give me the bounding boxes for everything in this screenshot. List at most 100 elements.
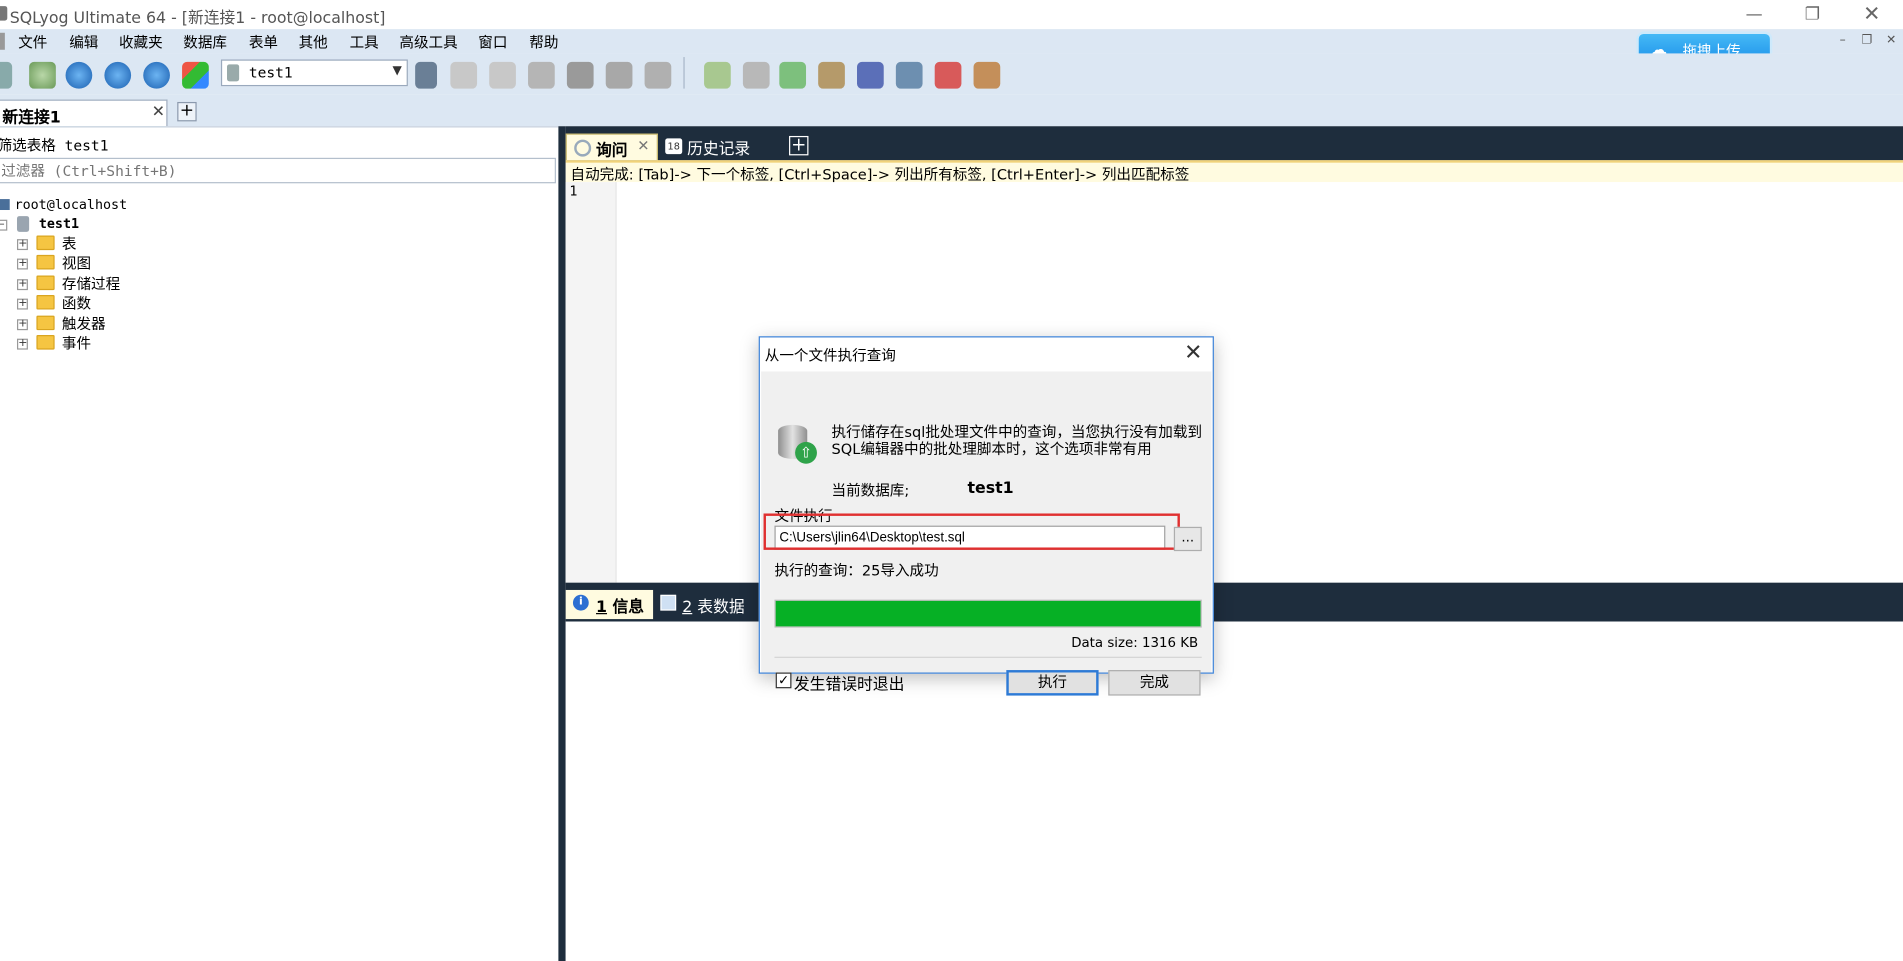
filter-input-wrap bbox=[0, 157, 556, 184]
expand-icon[interactable]: + bbox=[16, 319, 28, 331]
app-icon bbox=[0, 6, 8, 21]
exit-on-error-checkbox[interactable]: ✓ bbox=[775, 672, 792, 689]
table-structure-icon[interactable] bbox=[644, 61, 672, 89]
tab-table-data-label: 2 表数据 bbox=[682, 594, 745, 617]
dialog-close-icon[interactable]: ✕ bbox=[1180, 340, 1207, 365]
menu-table[interactable]: 表单 bbox=[249, 32, 278, 53]
connection-tab[interactable]: 新连接1 ✕ bbox=[0, 99, 168, 128]
user-manager-icon[interactable] bbox=[415, 61, 438, 89]
folder-icon bbox=[36, 335, 55, 350]
table-icon bbox=[660, 594, 677, 611]
menu-advanced-tools[interactable]: 高级工具 bbox=[399, 32, 457, 53]
expand-icon[interactable]: + bbox=[16, 298, 28, 310]
sync-icon[interactable] bbox=[704, 61, 731, 89]
backup-db-icon[interactable] bbox=[450, 61, 478, 89]
window-title: SQLyog Ultimate 64 - [新连接1 - root@localh… bbox=[9, 9, 386, 28]
menu-window[interactable]: 窗口 bbox=[478, 32, 507, 53]
expand-icon[interactable]: + bbox=[16, 279, 28, 291]
folder-icon bbox=[36, 254, 55, 270]
tree-folder-views[interactable]: 视图 bbox=[62, 254, 91, 273]
execute-button[interactable]: 执行 bbox=[1006, 670, 1099, 696]
pane-splitter[interactable] bbox=[558, 126, 566, 961]
progress-bar bbox=[774, 599, 1202, 628]
dialog-divider bbox=[774, 656, 1202, 658]
report-icon[interactable] bbox=[934, 61, 962, 89]
schema-sync-icon[interactable] bbox=[742, 61, 770, 89]
table-grid-icon[interactable] bbox=[605, 61, 633, 89]
folder-icon bbox=[36, 275, 55, 291]
progress-fill bbox=[775, 600, 1201, 627]
filter-input[interactable] bbox=[0, 159, 555, 183]
tree-folder-functions[interactable]: 函数 bbox=[62, 294, 91, 313]
data-size: Data size: 1316 KB bbox=[1071, 634, 1199, 651]
menu-database[interactable]: 数据库 bbox=[183, 32, 227, 53]
tab-table-data-text: 表数据 bbox=[697, 598, 745, 617]
dialog-body: ⇧ 执行储存在sql批处理文件中的查询，当您执行没有加载到SQL编辑器中的批处理… bbox=[761, 371, 1212, 696]
line-number: 1 bbox=[569, 183, 578, 200]
tree-folder-tables[interactable]: 表 bbox=[62, 234, 77, 253]
highlight-box bbox=[763, 513, 1180, 550]
execute-sql-file-dialog: 从一个文件执行查询 ✕ ⇧ 执行储存在sql批处理文件中的查询，当您执行没有加载… bbox=[758, 336, 1214, 696]
migration-icon[interactable] bbox=[818, 61, 845, 89]
expand-icon[interactable]: + bbox=[16, 239, 28, 251]
close-icon[interactable]: ✕ bbox=[637, 137, 649, 154]
table-data-icon[interactable] bbox=[566, 61, 594, 89]
folder-icon bbox=[36, 294, 55, 310]
minimize-button[interactable]: — bbox=[1736, 2, 1772, 26]
menu-tools[interactable]: 工具 bbox=[350, 32, 379, 53]
menu-file[interactable]: 文件 bbox=[18, 32, 47, 53]
autocomplete-hint-bar: 自动完成: [Tab]-> 下一个标签, [Ctrl+Space]-> 列出所有… bbox=[565, 160, 1903, 183]
tree-folder-procedures[interactable]: 存储过程 bbox=[62, 274, 120, 293]
browse-button[interactable]: ... bbox=[1173, 526, 1202, 552]
menu-favorites[interactable]: 收藏夹 bbox=[119, 32, 163, 53]
tab-messages-text: 信息 bbox=[612, 598, 645, 617]
menu-other[interactable]: 其他 bbox=[299, 32, 328, 53]
mdi-close-button[interactable]: ✕ bbox=[1883, 33, 1900, 50]
tree-database-label: test1 bbox=[38, 216, 80, 232]
notification-icon[interactable] bbox=[895, 61, 923, 89]
menu-edit[interactable]: 编辑 bbox=[69, 32, 98, 53]
collapse-icon[interactable]: – bbox=[0, 219, 8, 231]
close-window-button[interactable]: ✕ bbox=[1854, 2, 1890, 26]
server-icon bbox=[0, 199, 10, 211]
tree-root[interactable]: root@localhost bbox=[0, 194, 127, 213]
dialog-description: 执行储存在sql批处理文件中的查询，当您执行没有加载到SQL编辑器中的批处理脚本… bbox=[831, 423, 1203, 458]
tab-query[interactable]: 询问 ✕ bbox=[565, 133, 658, 161]
query-builder-icon[interactable] bbox=[973, 61, 1001, 89]
connection-tab-label: 新连接1 bbox=[2, 109, 61, 128]
dialog-title: 从一个文件执行查询 bbox=[764, 347, 896, 365]
executed-queries-status: 执行的查询：25导入成功 bbox=[774, 562, 939, 580]
object-browser bbox=[0, 126, 559, 961]
new-connection-tab-button[interactable]: + bbox=[177, 102, 197, 122]
menu-app-icon[interactable] bbox=[0, 32, 5, 50]
job-agent-icon[interactable] bbox=[857, 61, 884, 89]
expand-icon[interactable]: + bbox=[16, 258, 28, 270]
mdi-restore-button[interactable]: ❐ bbox=[1858, 33, 1875, 50]
editor-gutter: 1 bbox=[565, 182, 617, 583]
current-db-value: test1 bbox=[967, 479, 1014, 498]
tab-history-label: 历史记录 bbox=[687, 140, 751, 160]
compare-icon[interactable] bbox=[779, 61, 807, 89]
expand-icon[interactable]: + bbox=[16, 338, 28, 350]
exit-on-error-label[interactable]: 发生错误时退出 bbox=[794, 671, 904, 694]
tree-root-label: root@localhost bbox=[14, 196, 128, 213]
done-button[interactable]: 完成 bbox=[1108, 670, 1201, 696]
restore-button[interactable]: ❐ bbox=[1794, 2, 1830, 26]
tab-messages[interactable]: i 1 信息 bbox=[565, 589, 654, 620]
tree-folder-triggers[interactable]: 触发器 bbox=[62, 314, 106, 333]
close-icon[interactable]: ✕ bbox=[152, 103, 165, 121]
tab-query-label: 询问 bbox=[596, 142, 628, 161]
tab-table-data[interactable]: 2 表数据 bbox=[658, 590, 760, 619]
restore-db-icon[interactable] bbox=[489, 61, 516, 89]
database-import-icon: ⇧ bbox=[778, 424, 819, 464]
database-icon bbox=[16, 216, 30, 232]
new-query-tab-button[interactable]: + bbox=[789, 135, 809, 156]
mdi-minimize-button[interactable]: – bbox=[1834, 33, 1851, 50]
tree-database[interactable]: test1 bbox=[16, 214, 80, 233]
tab-messages-number: 1 bbox=[596, 598, 608, 617]
menu-help[interactable]: 帮助 bbox=[529, 32, 558, 53]
menu-bar: 文件 编辑 收藏夹 数据库 表单 其他 工具 高级工具 窗口 帮助 – ❐ ✕ bbox=[0, 29, 1903, 54]
import-icon[interactable] bbox=[528, 61, 555, 89]
tree-folder-events[interactable]: 事件 bbox=[62, 334, 91, 353]
tab-history[interactable]: 18 历史记录 bbox=[663, 134, 784, 161]
